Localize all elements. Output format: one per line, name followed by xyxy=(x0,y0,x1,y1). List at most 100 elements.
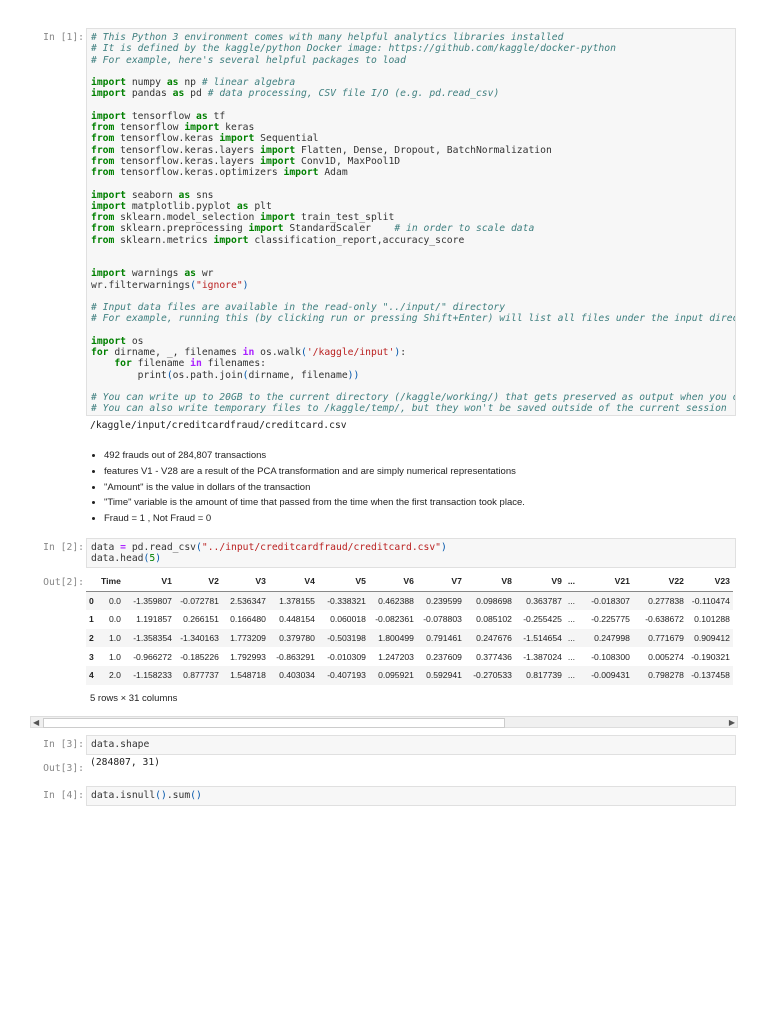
table-cell: 0.377436 xyxy=(476,651,512,662)
code-line: data.shape xyxy=(91,739,735,750)
code-punct: () xyxy=(190,790,202,801)
code-text: Sequential xyxy=(254,133,319,145)
code-punct: ) xyxy=(242,279,249,291)
code-line: print(os.path.join(dirname, filename)) xyxy=(91,370,735,381)
dataframe-output: Time V1 V2 V3 V4 V5 V6 V7 V8 V9... V21 V22 V23 0 0.0-… xyxy=(86,572,736,685)
code-keyword: as xyxy=(196,110,208,122)
code-keyword: import xyxy=(91,189,126,201)
table-cell: -0.072781 xyxy=(180,595,219,606)
cell-3-prompt: In [3]: xyxy=(43,739,84,750)
table-cell: ... xyxy=(567,651,576,662)
table-cell: 1.0 xyxy=(108,651,121,662)
table-cell: -1.387024 xyxy=(523,651,562,662)
horizontal-scrollbar[interactable]: ◀ ▶ xyxy=(30,716,738,728)
table-cell: -0.338321 xyxy=(327,595,366,606)
cell-2-prompt: In [2]: xyxy=(43,542,84,553)
table-row: 0 0.0 -1.359807 -0.072781 2.536347 1.378155 -0… xyxy=(86,591,733,611)
code-cell-3[interactable]: data.shape xyxy=(86,735,736,755)
code-punct: ) xyxy=(441,542,447,553)
code-text: data.head xyxy=(91,553,144,565)
code-comment: # It is defined by the kaggle/python Doc… xyxy=(91,43,616,55)
row-index: 2 xyxy=(89,633,94,644)
code-line: import seaborn as sns xyxy=(91,190,735,201)
column-header: V7 xyxy=(416,572,465,592)
code-keyword: as xyxy=(172,88,185,100)
code-text: seaborn xyxy=(126,189,179,201)
scrollbar-thumb[interactable] xyxy=(43,718,505,728)
code-keyword: import xyxy=(260,155,296,167)
code-text: pd xyxy=(184,88,208,100)
code-cell-2[interactable]: data = pd.read_csv("../input/creditcardf… xyxy=(86,538,736,568)
table-cell: 1.247203 xyxy=(378,651,414,662)
code-comment: # You can also write temporary files to … xyxy=(91,403,727,415)
column-header: V4 xyxy=(268,572,318,592)
code-cell-1[interactable]: # This Python 3 environment comes with m… xyxy=(86,28,736,416)
table-cell: ... xyxy=(567,614,576,625)
code-line: import numpy as np # linear algebra xyxy=(91,77,735,88)
code-punct: () xyxy=(155,790,167,801)
dataframe-table: Time V1 V2 V3 V4 V5 V6 V7 V8 V9... V21 V22 V23 0 0.0-… xyxy=(86,572,733,685)
code-text: tensorflow xyxy=(126,110,196,122)
table-cell: -0.185226 xyxy=(180,651,219,662)
table-cell: 0.403034 xyxy=(279,670,315,681)
code-keyword: from xyxy=(91,122,115,133)
code-text: tensorflow.keras.layers xyxy=(114,155,261,167)
code-text: : xyxy=(400,347,407,358)
code-keyword: import xyxy=(219,133,255,145)
table-cell: -0.082361 xyxy=(375,614,414,625)
table-cell: -0.190321 xyxy=(691,651,730,662)
code-text: data.shape xyxy=(91,739,150,750)
code-text: os.walk xyxy=(254,347,301,358)
column-header: V6 xyxy=(368,572,417,592)
code-text: os xyxy=(126,335,144,347)
scroll-right-arrow-icon[interactable]: ▶ xyxy=(729,718,735,727)
cell-4-prompt: In [4]: xyxy=(43,790,84,801)
code-line: wr.filterwarnings("ignore") xyxy=(91,280,735,291)
code-text: sklearn.preprocessing xyxy=(114,223,249,235)
table-cell: -0.009431 xyxy=(591,670,630,681)
code-string: "ignore" xyxy=(196,279,243,291)
code-cell-4[interactable]: data.isnull().sum() xyxy=(86,786,736,806)
table-cell: 0.060018 xyxy=(330,614,366,625)
table-header-row: Time V1 V2 V3 V4 V5 V6 V7 V8 V9... V21 V22 V23 xyxy=(86,572,733,592)
row-index: 0 xyxy=(89,595,94,606)
table-cell: 0.0 xyxy=(108,614,121,625)
code-text: wr xyxy=(196,268,214,280)
table-cell: ... xyxy=(567,595,576,606)
code-keyword: import xyxy=(260,144,296,156)
scroll-left-arrow-icon[interactable]: ◀ xyxy=(33,718,39,727)
code-keyword: import xyxy=(283,167,319,178)
table-cell: -1.340163 xyxy=(180,633,219,644)
cell-1-prompt: In [1]: xyxy=(43,32,84,43)
code-text: sns xyxy=(190,189,214,201)
code-text: plt xyxy=(248,200,272,212)
code-line: for filename in filenames: xyxy=(91,358,735,369)
code-keyword: import xyxy=(91,268,126,280)
table-cell: 0.166480 xyxy=(230,614,266,625)
table-cell: -0.225775 xyxy=(591,614,630,625)
table-cell: 0.098698 xyxy=(476,595,512,606)
code-keyword: for xyxy=(114,358,132,370)
bullet-item: Fraud = 1 , Not Fraud = 0 xyxy=(104,511,525,527)
code-text: os.path.join xyxy=(172,369,243,381)
code-text: Conv1D, MaxPool1D xyxy=(295,155,401,167)
code-keyword: import xyxy=(91,335,126,347)
code-comment: # data processing, CSV file I/O (e.g. pd… xyxy=(207,88,500,100)
table-cell: 1.548718 xyxy=(230,670,266,681)
cell-3-output: (284807, 31) xyxy=(90,757,160,768)
code-keyword: import xyxy=(91,88,126,100)
column-header: V9 xyxy=(514,572,565,592)
column-header: V22 xyxy=(632,572,687,592)
code-text: filename xyxy=(131,358,191,370)
code-keyword: for xyxy=(91,347,109,358)
table-row: 3 1.0 -0.966272 -0.185226 1.792993 -0.863291 -… xyxy=(86,647,733,666)
code-keyword: from xyxy=(91,223,115,235)
code-text: tensorflow.keras.optimizers xyxy=(114,167,284,178)
code-text: filenames: xyxy=(201,358,266,370)
table-cell: 0.247676 xyxy=(476,633,512,644)
code-text: matplotlib.pyplot xyxy=(126,200,237,212)
table-cell: 0.101288 xyxy=(694,614,730,625)
table-cell: -0.407193 xyxy=(327,670,366,681)
bullet-item: "Amount" is the value in dollars of the … xyxy=(104,480,525,496)
